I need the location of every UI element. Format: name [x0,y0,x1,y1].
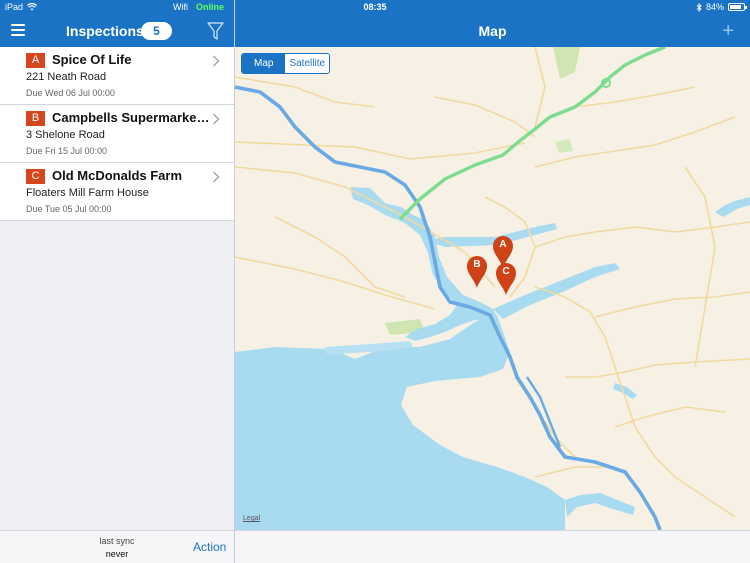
hamburger-icon[interactable] [11,24,25,36]
plus-icon[interactable]: + [722,21,734,41]
map-view[interactable]: Map Satellite A B C Legal [235,47,750,530]
item-address: 221 Neath Road [26,71,107,83]
list-item-c[interactable]: C Old McDonalds Farm Floaters Mill Farm … [0,163,234,221]
item-title: Spice Of Life [52,52,132,67]
clock: 08:35 [363,2,387,12]
pin-label: B [473,259,481,270]
map-title: Map [478,23,507,39]
status-bar: iPad Wifi Online 08:35 84% [0,0,750,15]
inspection-list: A Spice Of Life 221 Neath Road Due Wed 0… [0,47,234,530]
status-right: 84% [696,2,747,12]
item-address: 3 Shelone Road [26,129,105,141]
filter-icon[interactable] [207,22,224,40]
inspections-title: Inspections [66,23,144,39]
map-pin-c[interactable]: C [495,262,517,296]
battery-fill [730,5,741,9]
item-due-date: Due Fri 15 Jul 00:00 [26,146,108,156]
item-letter-badge: B [26,111,45,126]
item-title: Campbells Supermarket... [52,110,210,125]
item-due-date: Due Wed 06 Jul 00:00 [26,88,115,98]
chevron-right-icon [213,171,220,183]
last-sync-label: last sync [99,536,135,546]
chevron-right-icon [213,55,220,67]
list-item-b[interactable]: B Campbells Supermarket... 3 Shelone Roa… [0,105,234,163]
map-type-toggle: Map Satellite [241,53,331,74]
bluetooth-icon [696,2,702,12]
item-due-date: Due Tue 05 Jul 00:00 [26,204,112,214]
legal-link[interactable]: Legal [243,515,260,522]
map-pin-b[interactable]: B [466,255,488,289]
inspection-count-badge: 5 [141,22,172,40]
map-footer [235,530,750,563]
map-canvas[interactable] [235,47,750,530]
item-address: Floaters Mill Farm House [26,187,149,199]
map-mode-button[interactable]: Map [242,54,286,73]
list-item-a[interactable]: A Spice Of Life 221 Neath Road Due Wed 0… [0,47,234,105]
pin-label: A [499,239,507,250]
item-title: Old McDonalds Farm [52,168,183,183]
satellite-mode-button[interactable]: Satellite [285,54,329,73]
split-divider [234,0,235,563]
sidebar-footer: last sync never Action [0,530,234,563]
item-letter-badge: C [26,169,45,184]
map-header: Map + [235,15,750,47]
battery-percent: 84% [705,2,724,12]
inspections-header: Inspections 5 [0,15,234,47]
item-letter-badge: A [26,53,45,68]
chevron-right-icon [213,113,220,125]
last-sync-value: never [105,549,129,559]
action-button[interactable]: Action [193,540,226,554]
battery-icon [728,3,747,11]
pin-label: C [502,266,510,277]
